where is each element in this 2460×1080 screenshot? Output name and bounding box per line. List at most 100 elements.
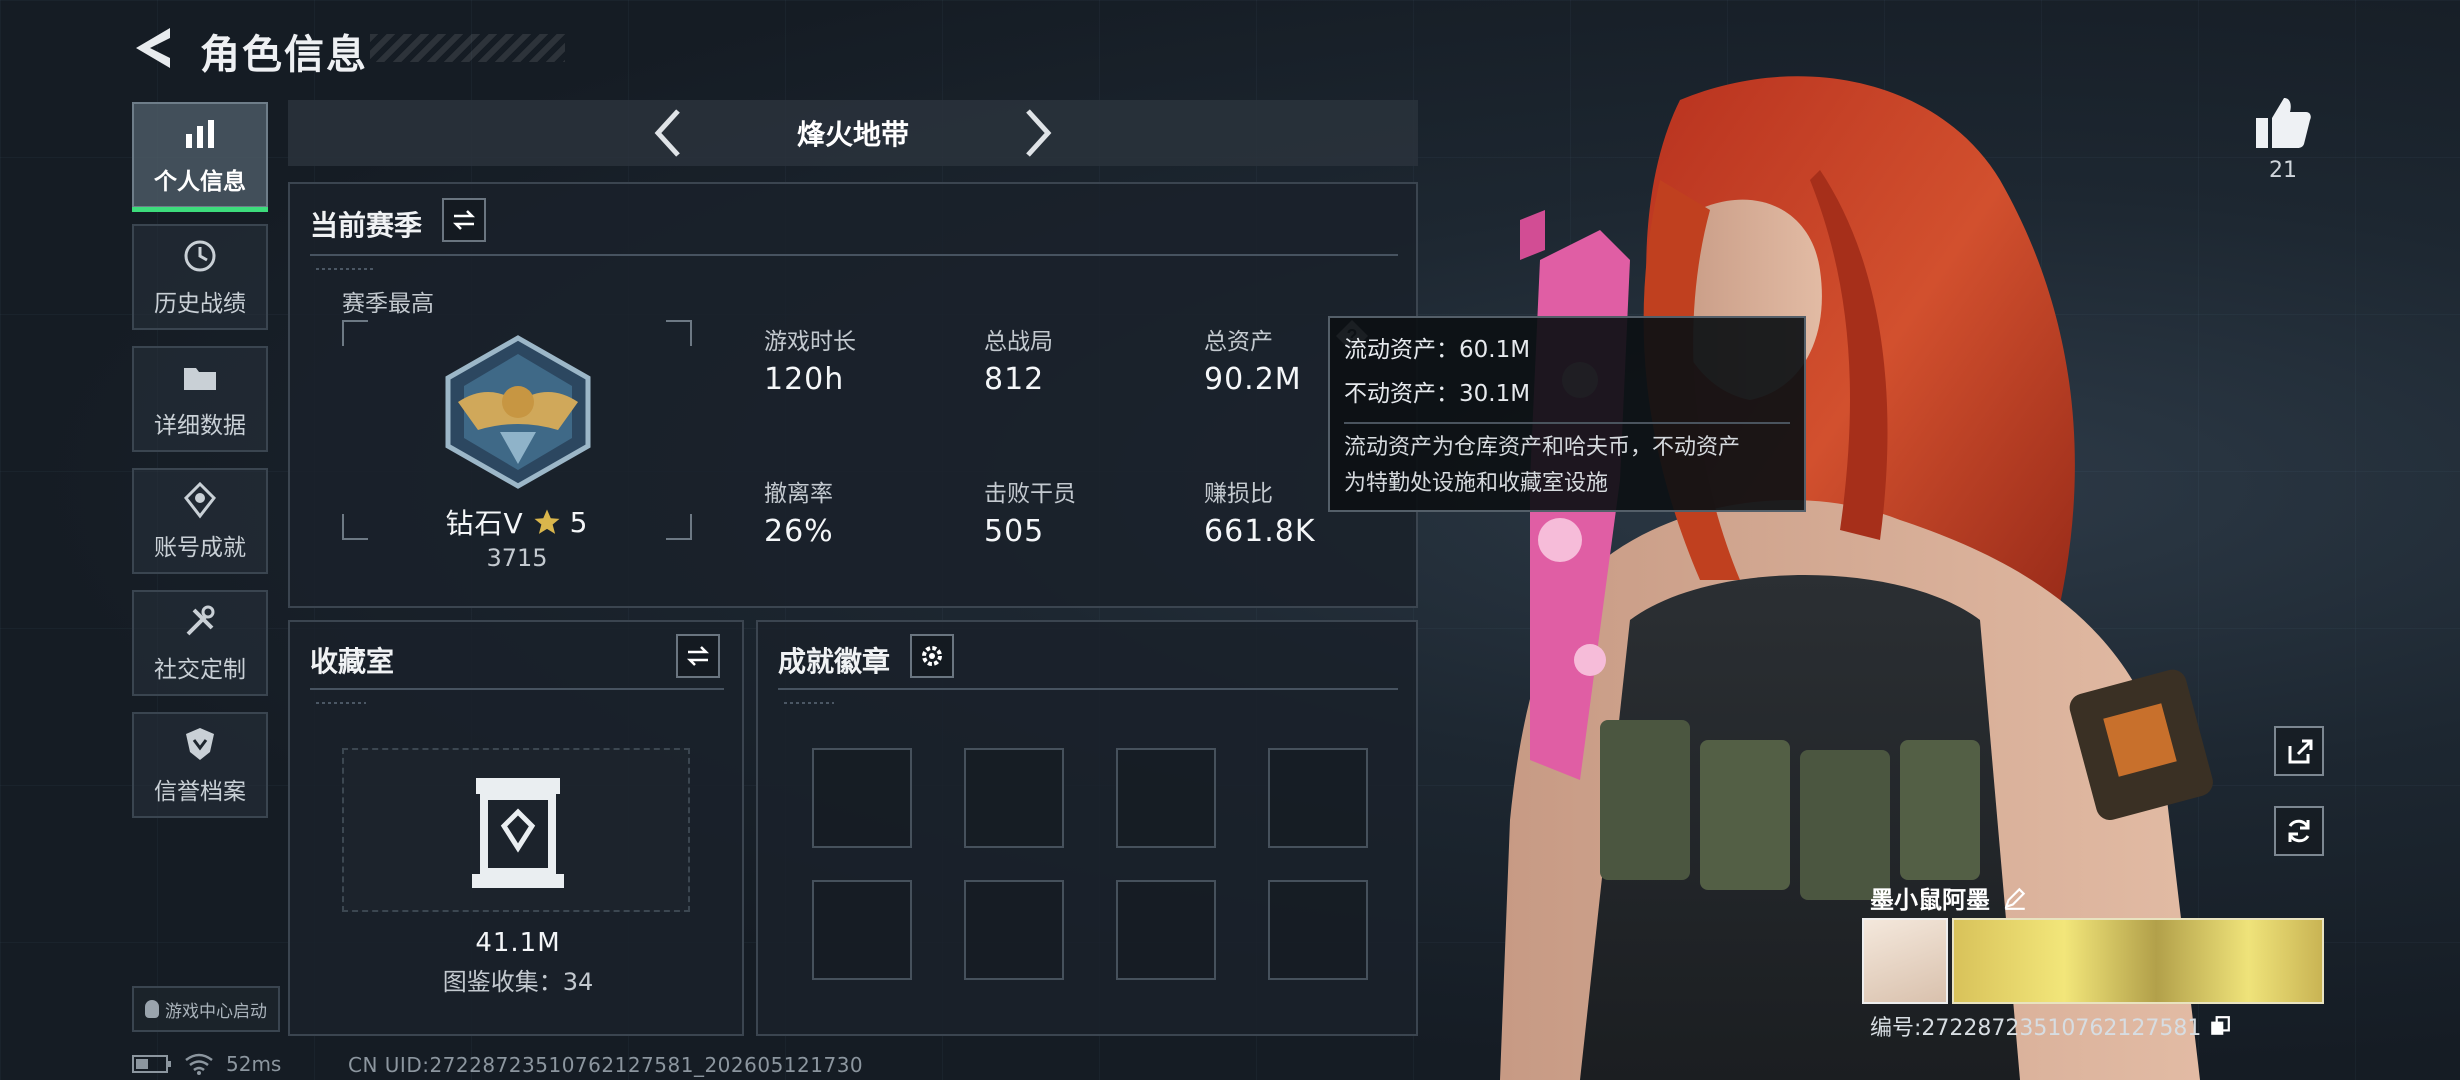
season-best-label: 赛季最高 bbox=[342, 291, 434, 317]
wifi-icon bbox=[185, 1053, 213, 1075]
ping-value: 52ms bbox=[226, 1052, 282, 1076]
sidebar-item-label: 账号成就 bbox=[154, 535, 246, 561]
tooltip-desc-line1: 流动资产为仓库资产和哈夫币，不动资产 bbox=[1344, 435, 1741, 460]
sidebar-item-label: 社交定制 bbox=[154, 657, 246, 683]
chevron-left-icon[interactable] bbox=[648, 105, 688, 161]
stat-label-extract-rate: 撤离率 bbox=[764, 481, 833, 507]
divider bbox=[778, 688, 1398, 690]
chevron-right-icon[interactable] bbox=[1018, 105, 1058, 161]
badge-slot[interactable] bbox=[964, 748, 1064, 848]
stat-value-profit-ratio: 661.8K bbox=[1204, 514, 1316, 549]
badge-slot[interactable] bbox=[812, 880, 912, 980]
rank-stars: 5 bbox=[569, 505, 589, 539]
player-name: 墨小鼠阿墨 bbox=[1870, 886, 1990, 914]
sidebar-item-profile[interactable]: 个人信息 bbox=[132, 102, 268, 212]
tooltip-liquid-assets: 流动资产：60.1M bbox=[1344, 337, 1531, 363]
edit-pencil-icon[interactable] bbox=[2002, 885, 2028, 911]
sidebar-item-label: 详细数据 bbox=[154, 413, 246, 439]
assets-tooltip: 流动资产：60.1M 不动资产：30.1M 流动资产为仓库资产和哈夫币，不动资产… bbox=[1328, 316, 1806, 512]
divider bbox=[310, 254, 1398, 256]
stat-value-extract-rate: 26% bbox=[764, 514, 834, 549]
sidebar-item-label: 信誉档案 bbox=[154, 779, 246, 805]
decor-dash bbox=[784, 702, 834, 704]
stat-label-playtime: 游戏时长 bbox=[764, 329, 856, 355]
stat-label-total-assets: 总资产 bbox=[1204, 329, 1273, 355]
qq-penguin-icon bbox=[145, 1000, 159, 1018]
collection-count: 图鉴收集：34 bbox=[442, 968, 594, 996]
page-title: 角色信息 bbox=[200, 32, 368, 78]
badge-slot[interactable] bbox=[1268, 748, 1368, 848]
sidebar-item-label: 个人信息 bbox=[154, 169, 246, 195]
stat-label-profit-ratio: 赚损比 bbox=[1204, 481, 1273, 507]
share-icon bbox=[2288, 739, 2313, 764]
badges-panel: 成就徽章 bbox=[756, 620, 1418, 1036]
diamond-rank-emblem bbox=[445, 335, 591, 489]
rank-score: 3715 bbox=[486, 544, 548, 572]
mode-selector: 烽火地带 bbox=[288, 100, 1418, 166]
frame-corner bbox=[666, 320, 692, 346]
gear-icon bbox=[922, 646, 942, 666]
collection-title: 收藏室 bbox=[310, 645, 395, 678]
badge-slot[interactable] bbox=[1116, 748, 1216, 848]
badge-slot[interactable] bbox=[964, 880, 1064, 980]
game-center-launch-button[interactable]: 游戏中心启动 bbox=[132, 986, 280, 1032]
achievement-icon bbox=[184, 481, 216, 519]
title-decoration bbox=[370, 34, 565, 62]
cn-uid: CN UID:2722872351076212758​1_20260512173… bbox=[348, 1053, 864, 1077]
share-button[interactable] bbox=[2274, 726, 2324, 776]
back-arrow-icon[interactable] bbox=[130, 24, 178, 72]
rank-name-row: 钻石V 5 bbox=[342, 502, 692, 542]
tooltip-fixed-assets: 不动资产：30.1M bbox=[1344, 381, 1531, 407]
sidebar-item-credit[interactable]: 信誉档案 bbox=[132, 712, 268, 818]
badge-slot[interactable] bbox=[1268, 880, 1368, 980]
stat-value-kills: 505 bbox=[984, 514, 1045, 549]
sidebar-item-achievements[interactable]: 账号成就 bbox=[132, 468, 268, 574]
badges-settings-button[interactable] bbox=[910, 634, 954, 678]
star-icon bbox=[534, 509, 560, 534]
tools-icon bbox=[186, 605, 215, 636]
collection-preview[interactable] bbox=[342, 748, 690, 912]
sidebar-item-social[interactable]: 社交定制 bbox=[132, 590, 268, 696]
swap-icon bbox=[686, 646, 710, 666]
divider bbox=[310, 688, 724, 690]
display-case-icon bbox=[472, 778, 564, 888]
badge-slot[interactable] bbox=[1116, 880, 1216, 980]
player-name-row: 墨小鼠阿墨 bbox=[1870, 880, 2028, 915]
history-icon bbox=[184, 240, 216, 272]
battery-icon bbox=[132, 1055, 171, 1073]
thumbs-up-icon[interactable] bbox=[2252, 92, 2314, 154]
player-uid-row: 编号:2722872351076212758​1 bbox=[1870, 1010, 2231, 1042]
rank-name: 钻石V bbox=[445, 507, 524, 540]
player-banner[interactable] bbox=[1952, 918, 2324, 1004]
badge-slot[interactable] bbox=[812, 748, 912, 848]
tooltip-desc-line2: 为特勤处设施和收藏室设施 bbox=[1344, 471, 1609, 496]
like-count: 21 bbox=[2269, 158, 2297, 183]
collection-panel: 收藏室 41.1M 图鉴收集：34 bbox=[288, 620, 744, 1036]
copy-icon[interactable] bbox=[2209, 1015, 2231, 1037]
refresh-button[interactable] bbox=[2274, 806, 2324, 856]
status-bar: 52ms bbox=[132, 1052, 281, 1076]
season-title: 当前赛季 bbox=[310, 209, 423, 242]
season-switch-button[interactable] bbox=[442, 198, 486, 242]
stat-value-total-assets: 90.2M bbox=[1204, 362, 1302, 397]
launcher-label: 游戏中心启动 bbox=[165, 1001, 267, 1022]
stat-value-matches: 812 bbox=[984, 362, 1045, 397]
refresh-icon bbox=[2288, 819, 2310, 843]
mode-label: 烽火地带 bbox=[796, 118, 909, 151]
player-uid: 编号:2722872351076212758​1 bbox=[1870, 1016, 2202, 1041]
stat-label-kills: 击败干员 bbox=[984, 481, 1076, 507]
avatar[interactable] bbox=[1862, 918, 1948, 1004]
decor-dash bbox=[316, 268, 376, 270]
bar-chart-icon bbox=[186, 120, 214, 148]
decor-dash bbox=[316, 702, 366, 704]
collection-switch-button[interactable] bbox=[676, 634, 720, 678]
credit-shield-icon bbox=[186, 728, 214, 760]
sidebar-item-history[interactable]: 历史战绩 bbox=[132, 224, 268, 330]
folder-icon bbox=[184, 368, 216, 390]
badges-title: 成就徽章 bbox=[778, 645, 891, 678]
season-panel: 当前赛季 赛季最高 钻石V 5 3715 游戏时长 120h 总战局 812 总… bbox=[288, 182, 1418, 608]
swap-icon bbox=[452, 210, 476, 230]
stat-value-playtime: 120h bbox=[764, 362, 845, 397]
divider bbox=[1344, 422, 1790, 424]
sidebar-item-details[interactable]: 详细数据 bbox=[132, 346, 268, 452]
